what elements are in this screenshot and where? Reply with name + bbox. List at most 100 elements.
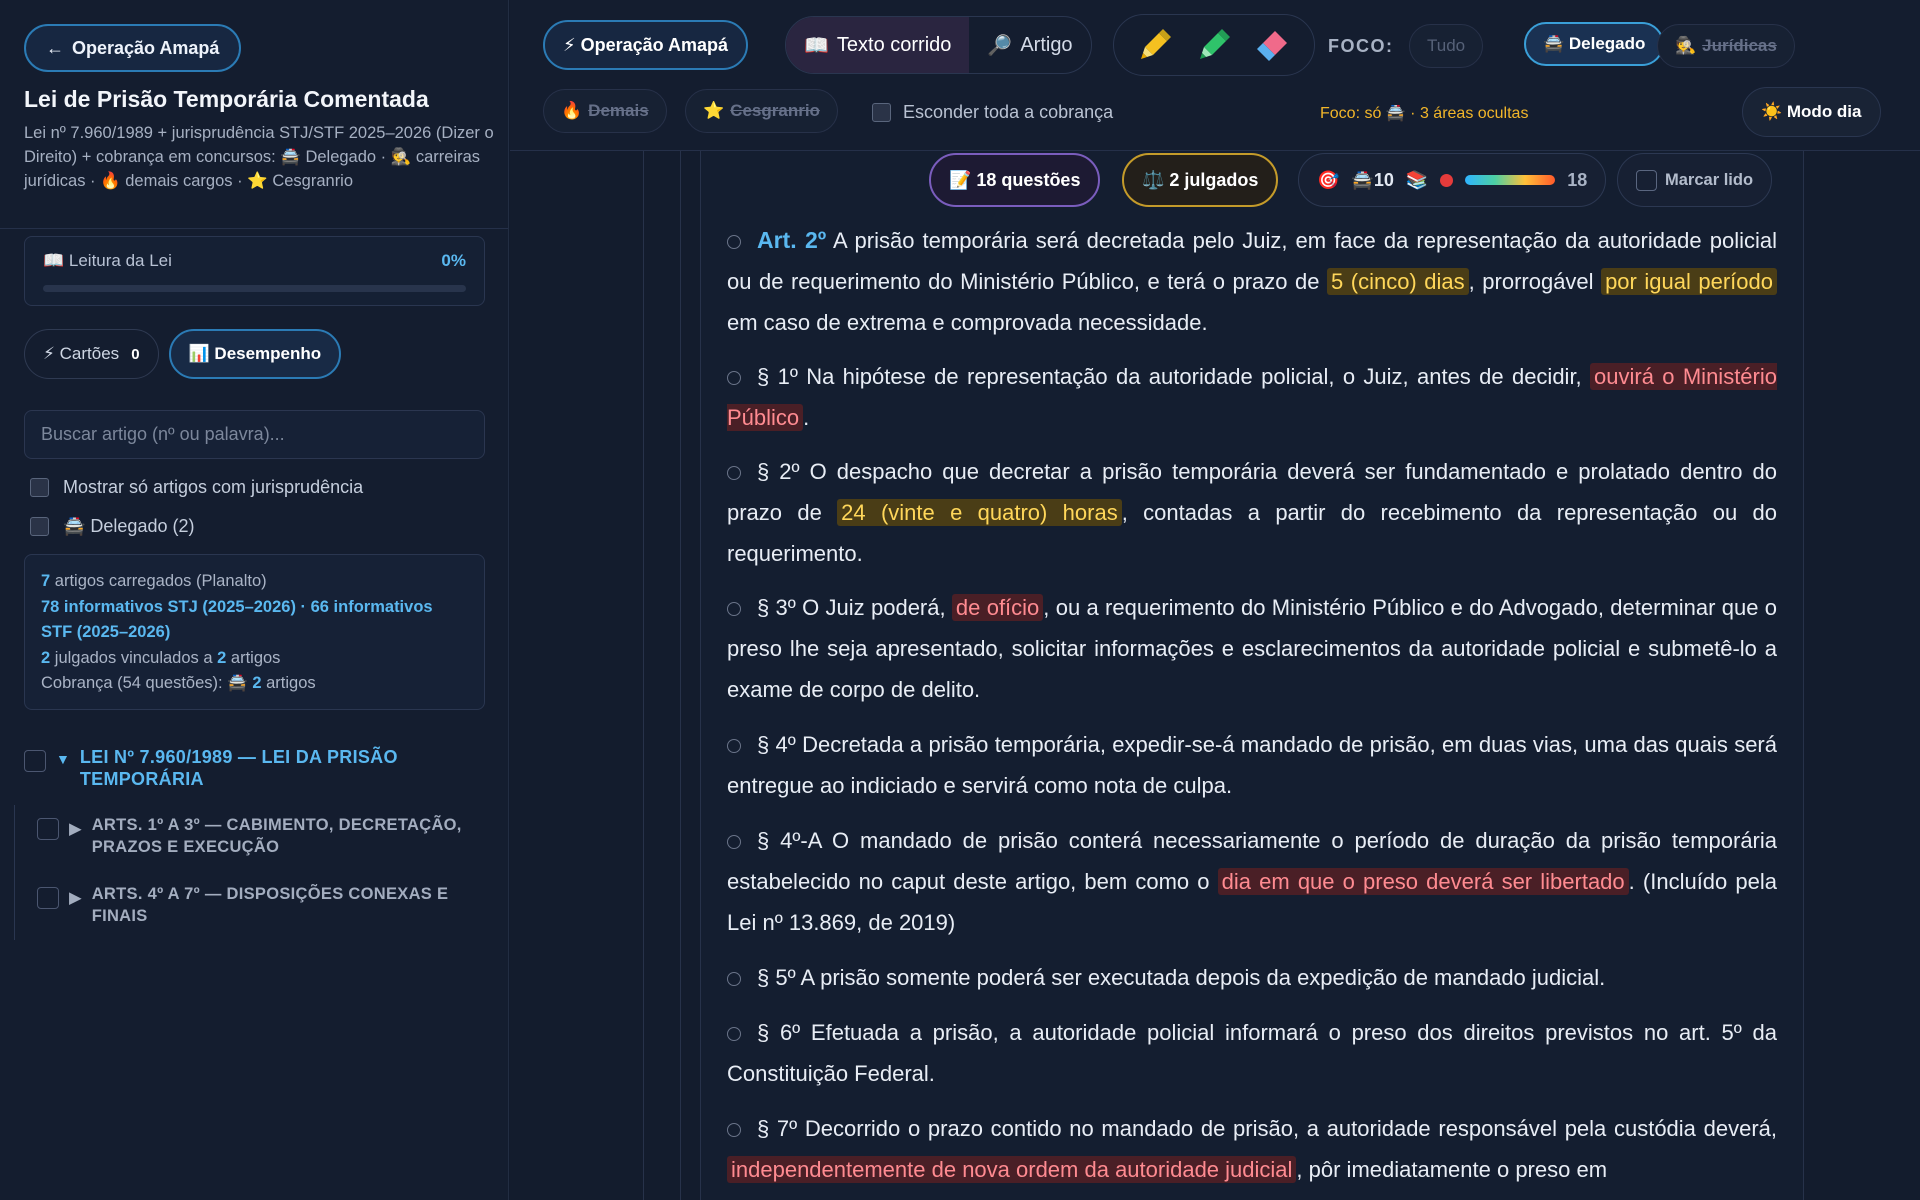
paragraph-3: § 3º O Juiz poderá, de ofício, ou a requ…	[727, 594, 1778, 702]
top-toolbar: ⚡ Operação Amapá 📖 Texto corrido 🔎 Artig…	[510, 0, 1920, 151]
mode-article-label: Artigo	[1020, 33, 1073, 56]
mark-read-label: Marcar lido	[1665, 170, 1754, 189]
focus-label: FOCO:	[1328, 36, 1394, 56]
charge-score-badge[interactable]: 🎯 🚔10 📚 18	[1298, 153, 1607, 207]
cards-button-label: ⚡ Cartões	[43, 344, 120, 363]
tree-root-label: LEI Nº 7.960/1989 — LEI DA PRISÃO TEMPOR…	[79, 747, 398, 789]
filter-delegado-label: 🚔 Delegado (2)	[63, 516, 195, 536]
focus-chip-delegado[interactable]: 🚔 Delegado	[1524, 22, 1665, 66]
charge-score-total: 18	[1567, 169, 1588, 190]
law-subtitle: Lei nº 7.960/1989 + jurisprudência STJ/S…	[24, 124, 494, 190]
read-marker-circle[interactable]	[727, 1123, 741, 1137]
paragraph-4: § 4º Decretada a prisão temporária, expe…	[727, 732, 1777, 798]
status-dot-red	[1440, 173, 1454, 187]
article-number: Art. 2º	[757, 227, 827, 253]
checkbox-box[interactable]	[30, 478, 49, 497]
chip-label: Tudo	[1427, 36, 1466, 55]
article-2-caput: Art. 2º A prisão temporária será decreta…	[727, 227, 1777, 335]
star-icon: ⭐	[703, 101, 725, 120]
chevron-right-icon[interactable]: ▶	[69, 888, 82, 908]
checkbox-box[interactable]	[1636, 169, 1657, 191]
arrow-left-icon: ←	[46, 37, 64, 58]
filter-juris-checkbox[interactable]: Mostrar só artigos com jurisprudência	[30, 477, 363, 498]
performance-button[interactable]: 📊 Desempenho	[168, 329, 342, 379]
filter-delegado-checkbox[interactable]: 🚔 Delegado (2)	[30, 516, 194, 537]
gutter-divider	[643, 151, 644, 1200]
stats-julgados: 2 julgados vinculados a 2 artigos	[41, 648, 281, 667]
fire-icon: 🔥	[561, 101, 583, 120]
sidebar-tabs: ⚡ Cartões 0 📊 Desempenho	[24, 329, 342, 379]
tree-root-item[interactable]: ▼ LEI Nº 7.960/1989 — LEI DA PRISÃO TEMP…	[24, 746, 494, 790]
focus-status-note: Foco: só 🚔 · 3 áreas ocultas	[1320, 105, 1529, 122]
gutter-divider	[680, 151, 681, 1200]
stats-cobranca: Cobrança (54 questões): 🚔 2 artigos	[41, 674, 316, 692]
focus-chip-cesgranrio[interactable]: ⭐ Cesgranrio	[685, 89, 838, 133]
magnifier-icon: 🔎	[987, 34, 1013, 57]
highlighter-yellow-icon[interactable]	[1137, 27, 1173, 63]
highlight-red[interactable]: de ofício	[951, 594, 1044, 621]
performance-button-label: 📊 Desempenho	[188, 344, 322, 363]
stats-informativos: 78 informativos STJ (2025–2026) · 66 inf…	[41, 597, 433, 642]
judgments-badge[interactable]: ⚖️ 2 julgados	[1122, 153, 1279, 207]
highlight-red[interactable]: dia em que o preso deverá ser libertado	[1217, 868, 1629, 895]
chevron-down-icon[interactable]: ▼	[56, 751, 70, 767]
read-marker-circle[interactable]	[727, 739, 741, 753]
focus-chip-demais[interactable]: 🔥 Demais	[543, 89, 667, 133]
read-marker-circle[interactable]	[727, 1027, 741, 1041]
highlight-red[interactable]: independentemente de nova ordem da autor…	[727, 1156, 1297, 1183]
day-mode-button[interactable]: ☀️ Modo dia	[1742, 87, 1881, 137]
read-marker-circle[interactable]	[727, 602, 741, 616]
heat-bar	[1465, 175, 1556, 185]
tree-child-item[interactable]: ▶ ARTS. 4º A 7º — DISPOSIÇÕES CONEXAS E …	[37, 883, 497, 927]
reading-progress-bar	[43, 285, 466, 292]
paragraph-2: § 2º O despacho que decretar a prisão te…	[727, 459, 1777, 566]
eraser-icon[interactable]	[1255, 27, 1291, 63]
tree-child-item[interactable]: ▶ ARTS. 1º A 3º — CABIMENTO, DECRETAÇÃO,…	[37, 814, 497, 858]
mark-read-button[interactable]: Marcar lido	[1617, 153, 1773, 207]
paragraph-5: § 5º A prisão somente poderá ser executa…	[727, 957, 1777, 998]
read-marker-circle[interactable]	[727, 835, 741, 849]
sidebar-header: ← Operação Amapá Lei de Prisão Temporári…	[0, 0, 508, 229]
back-button-label: Operação Amapá	[72, 37, 220, 58]
paragraph-7: § 7º Decorrido o prazo contido no mandad…	[727, 1108, 1777, 1200]
search-input[interactable]	[24, 410, 485, 459]
focus-chip-tudo[interactable]: Tudo	[1409, 24, 1484, 68]
stats-articles: 7 artigos carregados (Planalto)	[41, 572, 267, 590]
reading-progress-percent: 0%	[441, 251, 466, 270]
read-marker-circle[interactable]	[727, 235, 741, 249]
paragraph-6: § 6º Efetuada a prisão, a autoridade pol…	[727, 1020, 1777, 1086]
tree-checkbox[interactable]	[37, 818, 59, 840]
mode-article-button[interactable]: 🔎 Artigo	[969, 17, 1090, 73]
mode-text-label: Texto corrido	[836, 33, 952, 56]
highlight-yellow[interactable]: 5 (cinco) dias	[1327, 268, 1469, 295]
detective-icon: 🕵️	[1675, 36, 1697, 55]
questions-badge[interactable]: 📝 18 questões	[929, 153, 1101, 207]
hide-charges-checkbox[interactable]: Esconder toda a cobrança	[872, 102, 1113, 123]
tree-checkbox[interactable]	[37, 887, 59, 909]
chevron-right-icon[interactable]: ▶	[69, 819, 82, 839]
checkbox-box[interactable]	[872, 103, 891, 122]
cards-button[interactable]: ⚡ Cartões 0	[24, 329, 159, 379]
highlight-yellow[interactable]: por igual período	[1601, 268, 1777, 295]
tree-child-label: ARTS. 1º A 3º — CABIMENTO, DECRETAÇÃO, P…	[91, 816, 462, 856]
read-marker-circle[interactable]	[727, 371, 741, 385]
book-icon: 📖	[804, 34, 829, 57]
highlighter-green-icon[interactable]	[1196, 27, 1232, 63]
books-icon: 📚	[1405, 169, 1429, 190]
read-marker-circle[interactable]	[727, 972, 741, 986]
focus-chip-juridicas[interactable]: 🕵️ Jurídicas	[1657, 24, 1795, 68]
reading-progress-card: 📖 Leitura da Lei 0%	[24, 236, 485, 306]
tree-checkbox[interactable]	[24, 750, 46, 772]
tree-child-label: ARTS. 4º A 7º — DISPOSIÇÕES CONEXAS E FI…	[91, 885, 449, 925]
read-marker-circle[interactable]	[727, 466, 741, 480]
checkbox-box[interactable]	[30, 517, 49, 536]
highlight-yellow[interactable]: 24 (vinte e quatro) horas	[837, 499, 1122, 526]
operation-button[interactable]: ⚡ Operação Amapá	[543, 20, 749, 70]
paragraph-1: § 1º Na hipótese de representação da aut…	[727, 363, 1777, 431]
back-button[interactable]: ← Operação Amapá	[24, 24, 242, 72]
mode-text-button[interactable]: 📖 Texto corrido	[786, 17, 970, 73]
reading-progress-label: 📖 Leitura da Lei	[43, 251, 172, 270]
tree-connector	[14, 805, 15, 940]
chip-label: Demais	[588, 101, 649, 120]
stats-card: 7 artigos carregados (Planalto) 78 infor…	[24, 554, 485, 710]
